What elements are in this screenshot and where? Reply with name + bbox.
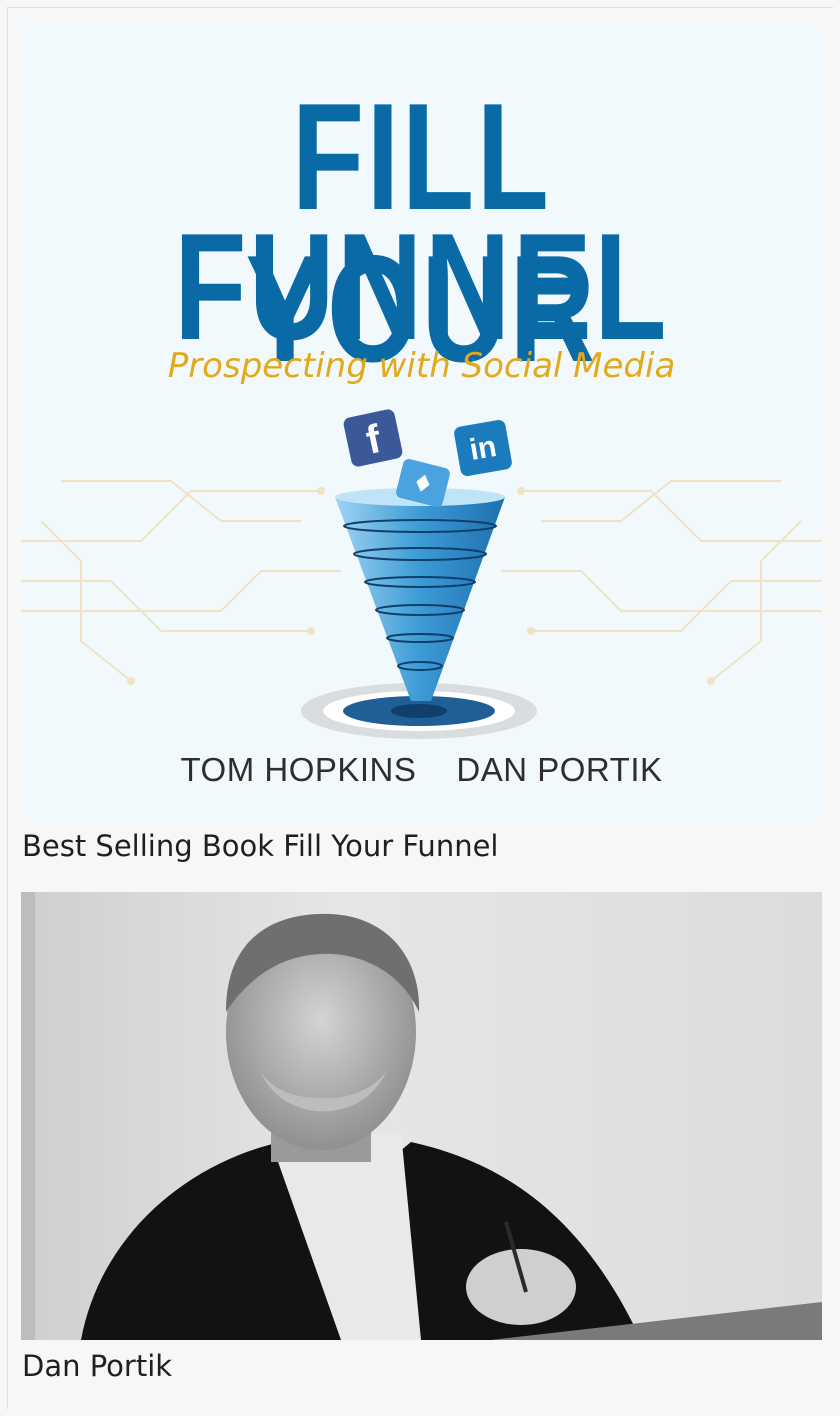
dan-portik-photo[interactable] bbox=[21, 892, 822, 1340]
book-cover-image[interactable]: FILL YOUR FUNNEL Prospecting with Social… bbox=[21, 21, 822, 821]
cover-authors: TOM HOPKINS DAN PORTIK bbox=[21, 751, 822, 789]
author-dan-portik: DAN PORTIK bbox=[456, 751, 663, 788]
photo-caption: Dan Portik bbox=[22, 1349, 173, 1383]
book-caption: Best Selling Book Fill Your Funnel bbox=[22, 829, 499, 863]
author-tom-hopkins: TOM HOPKINS bbox=[180, 751, 417, 788]
linkedin-icon: in bbox=[453, 418, 513, 478]
facebook-icon: f bbox=[342, 408, 404, 468]
funnel-graphic bbox=[301, 488, 537, 739]
portrait-illustration bbox=[21, 892, 822, 1340]
